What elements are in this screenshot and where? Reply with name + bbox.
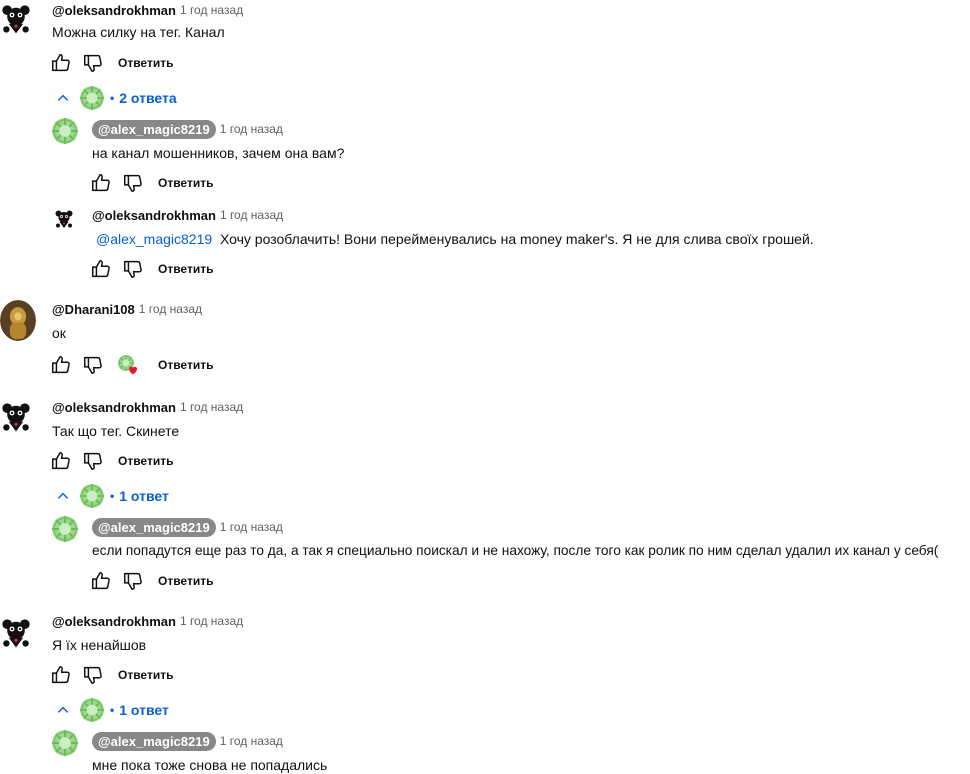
comment-author[interactable]: @Dharani108	[52, 302, 135, 317]
comment-text: @alex_magic8219 Хочу розоблачить! Вони п…	[96, 231, 814, 247]
avatar-oleksandrokhman[interactable]	[0, 614, 32, 652]
comment-header: @oleksandrokhman 1 год назад	[52, 0, 243, 20]
avatar-alex-magic[interactable]	[52, 730, 78, 756]
comment-actions: Ответить	[50, 663, 173, 687]
avatar-alex-magic[interactable]	[52, 118, 78, 144]
reply-button[interactable]: Ответить	[158, 176, 213, 190]
dislike-icon[interactable]	[82, 52, 104, 74]
comment-actions: Ответить	[50, 51, 173, 75]
dislike-icon[interactable]	[122, 258, 144, 280]
replies-toggle[interactable]: • 2 ответа	[56, 85, 177, 111]
avatar-oleksandrokhman[interactable]	[0, 0, 32, 38]
comment-header: @oleksandrokhman 1 год назад	[52, 397, 243, 417]
like-icon[interactable]	[50, 52, 72, 74]
like-icon[interactable]	[90, 258, 112, 280]
avatar-dharani[interactable]	[0, 300, 36, 341]
mention-link[interactable]: @alex_magic8219	[96, 231, 212, 247]
comment-author[interactable]: @oleksandrokhman	[52, 3, 176, 18]
comment-time[interactable]: 1 год назад	[180, 614, 243, 628]
comment-text: на канал мошенников, зачем она вам?	[92, 145, 345, 161]
comment-author[interactable]: @oleksandrokhman	[92, 208, 216, 223]
reply-button[interactable]: Ответить	[118, 56, 173, 70]
comment-text: ок	[52, 325, 66, 341]
like-icon[interactable]	[50, 354, 72, 376]
comment-header: @alex_magic8219 1 год назад	[92, 731, 283, 751]
comment-actions: Ответить	[90, 569, 213, 593]
comment-text: мне пока тоже снова не попадались	[92, 757, 328, 773]
reply-button[interactable]: Ответить	[118, 454, 173, 468]
dislike-icon[interactable]	[82, 354, 104, 376]
avatar-oleksandrokhman[interactable]	[54, 208, 74, 230]
comment-time[interactable]: 1 год назад	[220, 208, 283, 222]
comment-author[interactable]: @alex_magic8219	[92, 119, 216, 139]
comment-author[interactable]: @oleksandrokhman	[52, 400, 176, 415]
creator-heart-badge	[118, 353, 142, 377]
comment-text: Можна силку на тег. Канал	[52, 24, 225, 40]
comment-author[interactable]: @alex_magic8219	[92, 517, 216, 537]
reply-button[interactable]: Ответить	[158, 262, 213, 276]
replies-count: 1 ответ	[119, 488, 169, 504]
like-icon[interactable]	[90, 172, 112, 194]
reply-button[interactable]: Ответить	[158, 358, 213, 372]
comment-header: @alex_magic8219 1 год назад	[92, 517, 283, 537]
chevron-up-icon	[56, 489, 70, 503]
like-icon[interactable]	[90, 570, 112, 592]
comment-header: @oleksandrokhman 1 год назад	[52, 611, 243, 631]
comment-actions: Ответить	[50, 449, 173, 473]
chevron-up-icon	[56, 91, 70, 105]
like-icon[interactable]	[50, 450, 72, 472]
replies-toggle[interactable]: • 1 ответ	[56, 483, 169, 509]
avatar-oleksandrokhman[interactable]	[0, 398, 32, 436]
dislike-icon[interactable]	[122, 172, 144, 194]
comment-time[interactable]: 1 год назад	[220, 520, 283, 534]
avatar-alex-magic[interactable]	[52, 516, 78, 542]
chevron-up-icon	[56, 703, 70, 717]
comment-header: @oleksandrokhman 1 год назад	[92, 205, 283, 225]
reply-avatar-icon	[80, 86, 104, 110]
heart-icon	[129, 366, 137, 375]
comment-time[interactable]: 1 год назад	[220, 122, 283, 136]
comment-actions: Ответить	[50, 353, 213, 377]
comment-time[interactable]: 1 год назад	[139, 302, 202, 316]
comment-text: Так що тег. Скинете	[52, 423, 180, 439]
comment-text: Я їх ненайшов	[52, 637, 147, 653]
dislike-icon[interactable]	[122, 570, 144, 592]
comment-time[interactable]: 1 год назад	[180, 400, 243, 414]
reply-button[interactable]: Ответить	[158, 574, 213, 588]
comment-author[interactable]: @oleksandrokhman	[52, 614, 176, 629]
comment-actions: Ответить	[90, 171, 213, 195]
reply-avatar-icon	[80, 698, 104, 722]
like-icon[interactable]	[50, 664, 72, 686]
dislike-icon[interactable]	[82, 450, 104, 472]
comment-text: если попадутся еще раз то да, а так я сп…	[92, 543, 939, 558]
dislike-icon[interactable]	[82, 664, 104, 686]
replies-count: 1 ответ	[119, 702, 169, 718]
comment-body: Хочу розоблачить! Вони перейменувались н…	[219, 231, 814, 247]
comment-header: @Dharani108 1 год назад	[52, 299, 202, 319]
replies-count: 2 ответа	[119, 90, 177, 106]
comment-header: @alex_magic8219 1 год назад	[92, 119, 283, 139]
comment-actions: Ответить	[90, 257, 213, 281]
comment-time[interactable]: 1 год назад	[220, 734, 283, 748]
replies-toggle[interactable]: • 1 ответ	[56, 697, 169, 723]
comment-author[interactable]: @alex_magic8219	[92, 731, 216, 751]
reply-button[interactable]: Ответить	[118, 668, 173, 682]
reply-avatar-icon	[80, 484, 104, 508]
comment-time[interactable]: 1 год назад	[180, 3, 243, 17]
